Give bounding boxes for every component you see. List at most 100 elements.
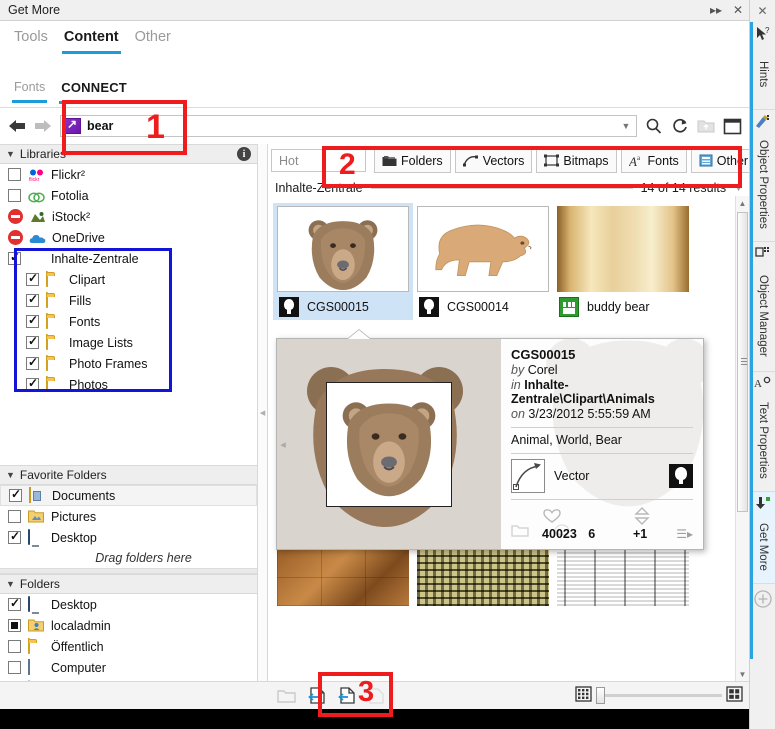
folder-item-localadmin[interactable]: localadmin	[0, 615, 257, 636]
arrow-left-icon[interactable]	[4, 113, 30, 139]
checkbox[interactable]	[26, 292, 39, 307]
filter-folders-button[interactable]: Folders	[374, 148, 451, 173]
content-scrollbar[interactable]: ▲ ▼	[735, 196, 749, 681]
scroll-up-arrow[interactable]: ▲	[736, 196, 749, 210]
subtab-fonts[interactable]: Fonts	[6, 79, 53, 103]
blocked-icon[interactable]	[8, 209, 23, 224]
checkbox[interactable]	[8, 168, 21, 181]
chevron-down-icon[interactable]: ▼	[734, 183, 743, 193]
section-header-folders[interactable]: ▼ Folders	[0, 574, 257, 594]
checkbox[interactable]	[8, 529, 21, 544]
library-item-photos[interactable]: Photos	[0, 374, 257, 395]
arrow-right-icon[interactable]	[30, 113, 56, 139]
small-thumbnails-icon[interactable]	[575, 686, 592, 705]
popup-stat-downloads[interactable]: 40023	[542, 505, 588, 541]
import-at-icon[interactable]	[335, 686, 357, 706]
subtab-connect[interactable]: CONNECT	[53, 79, 135, 104]
rail-tab-text-properties[interactable]: A Text Properties	[750, 372, 775, 492]
plus-circle-icon[interactable]	[750, 584, 775, 614]
popup-stat-votes[interactable]: +1	[633, 505, 676, 541]
filter-bitmaps-button[interactable]: Bitmaps	[536, 148, 617, 173]
rail-tab-object-manager[interactable]: Object Manager	[750, 242, 775, 372]
library-item-flickr[interactable]: flickr Flickr²	[0, 164, 257, 185]
close-icon[interactable]: ✕	[750, 0, 775, 22]
favorite-item-documents[interactable]: Documents	[0, 485, 257, 506]
rail-tab-hints[interactable]: ? Hints	[750, 22, 775, 110]
library-item-istock[interactable]: iStock²	[0, 206, 257, 227]
rail-tab-get-more[interactable]: Get More	[750, 492, 775, 584]
filter-other-button[interactable]: Other	[690, 148, 749, 173]
popup-stat-rating[interactable]: 6	[588, 505, 633, 541]
checkbox[interactable]	[8, 640, 21, 653]
checkbox[interactable]	[8, 250, 21, 265]
refresh-icon[interactable]	[667, 113, 693, 139]
chevron-left-icon[interactable]: ◂	[277, 339, 289, 549]
result-item-wood[interactable]	[273, 547, 413, 608]
result-item-cgs00014[interactable]: CGS00014	[413, 203, 553, 320]
info-icon[interactable]: i	[237, 147, 251, 161]
more-list-icon[interactable]: ☰▸	[676, 527, 693, 541]
result-item-buddy-bear[interactable]: buddy bear	[553, 203, 693, 320]
section-header-libraries[interactable]: ▼ Libraries i	[0, 144, 257, 164]
library-item-image-lists[interactable]: Image Lists	[0, 332, 257, 353]
checkbox[interactable]	[8, 189, 21, 202]
slider-track[interactable]	[596, 687, 722, 704]
rail-tab-object-properties[interactable]: Object Properties	[750, 110, 775, 242]
library-item-onedrive[interactable]: OneDrive	[0, 227, 257, 248]
import-file-icon[interactable]	[305, 686, 327, 706]
section-header-favorite-folders[interactable]: ▼ Favorite Folders	[0, 465, 257, 485]
folder-item-computer[interactable]: Computer	[0, 657, 257, 678]
library-item-fonts[interactable]: Fonts	[0, 311, 257, 332]
filter-label: Folders	[401, 153, 443, 168]
folder-item-desktop[interactable]: Desktop	[0, 594, 257, 615]
checkbox[interactable]	[26, 355, 39, 370]
library-item-photo-frames[interactable]: Photo Frames	[0, 353, 257, 374]
checkbox[interactable]	[8, 510, 21, 523]
favorite-item-desktop[interactable]: Desktop	[0, 527, 257, 548]
window-view-icon[interactable]	[719, 113, 745, 139]
checkbox[interactable]	[26, 334, 39, 349]
library-item-clipart[interactable]: Clipart	[0, 269, 257, 290]
checkbox[interactable]	[8, 661, 21, 674]
scroll-down-arrow[interactable]: ▼	[736, 667, 749, 681]
result-item-cgs00015[interactable]: CGS00015	[273, 203, 413, 320]
library-item-inhalte-zentrale[interactable]: Inhalte-Zentrale	[0, 248, 257, 269]
checkbox[interactable]	[26, 271, 39, 286]
blocked-icon[interactable]	[8, 230, 23, 245]
search-icon[interactable]	[641, 113, 667, 139]
tab-other[interactable]: Other	[127, 27, 179, 54]
checkbox[interactable]	[9, 487, 22, 502]
checkbox[interactable]	[8, 619, 21, 632]
tab-tools[interactable]: Tools	[6, 27, 56, 54]
thumbnail-size-slider[interactable]	[575, 686, 743, 705]
annotation-number-1: 1	[146, 108, 165, 146]
rail-tab-label: Text Properties	[757, 402, 769, 479]
result-item-olive[interactable]	[413, 547, 553, 608]
chevron-left-icon[interactable]: ◂	[260, 406, 266, 419]
on-label: on	[511, 407, 525, 421]
popup-author-line: by Corel	[511, 363, 693, 377]
checkbox[interactable]	[26, 313, 39, 328]
checkbox[interactable]	[8, 596, 21, 611]
library-item-fills[interactable]: Fills	[0, 290, 257, 311]
vectors-icon	[462, 154, 479, 167]
filter-fonts-button[interactable]: Aa Fonts	[620, 148, 687, 173]
close-icon[interactable]: ✕	[727, 0, 749, 20]
collapse-triangle-icon: ▼	[6, 149, 15, 159]
scrollbar-thumb[interactable]	[737, 212, 748, 512]
chevrons-right-icon[interactable]: ▸▸	[705, 0, 727, 20]
library-label: OneDrive	[52, 230, 105, 245]
tab-content[interactable]: Content	[56, 27, 127, 54]
chevron-down-icon[interactable]: ▼	[618, 121, 634, 131]
library-item-fotolia[interactable]: Fotolia	[0, 185, 257, 206]
slider-knob[interactable]	[596, 687, 605, 704]
fonts-icon: Aa	[629, 154, 644, 167]
gold-gradient-image	[557, 206, 689, 292]
result-item-gray[interactable]	[553, 547, 693, 608]
checkbox[interactable]	[26, 376, 39, 391]
large-thumbnails-icon[interactable]	[726, 686, 743, 705]
favorite-item-pictures[interactable]: Pictures	[0, 506, 257, 527]
filter-vectors-button[interactable]: Vectors	[454, 148, 533, 173]
folder-item-oeffentlich[interactable]: Öffentlich	[0, 636, 257, 657]
panel-splitter[interactable]: ◂	[258, 144, 268, 681]
